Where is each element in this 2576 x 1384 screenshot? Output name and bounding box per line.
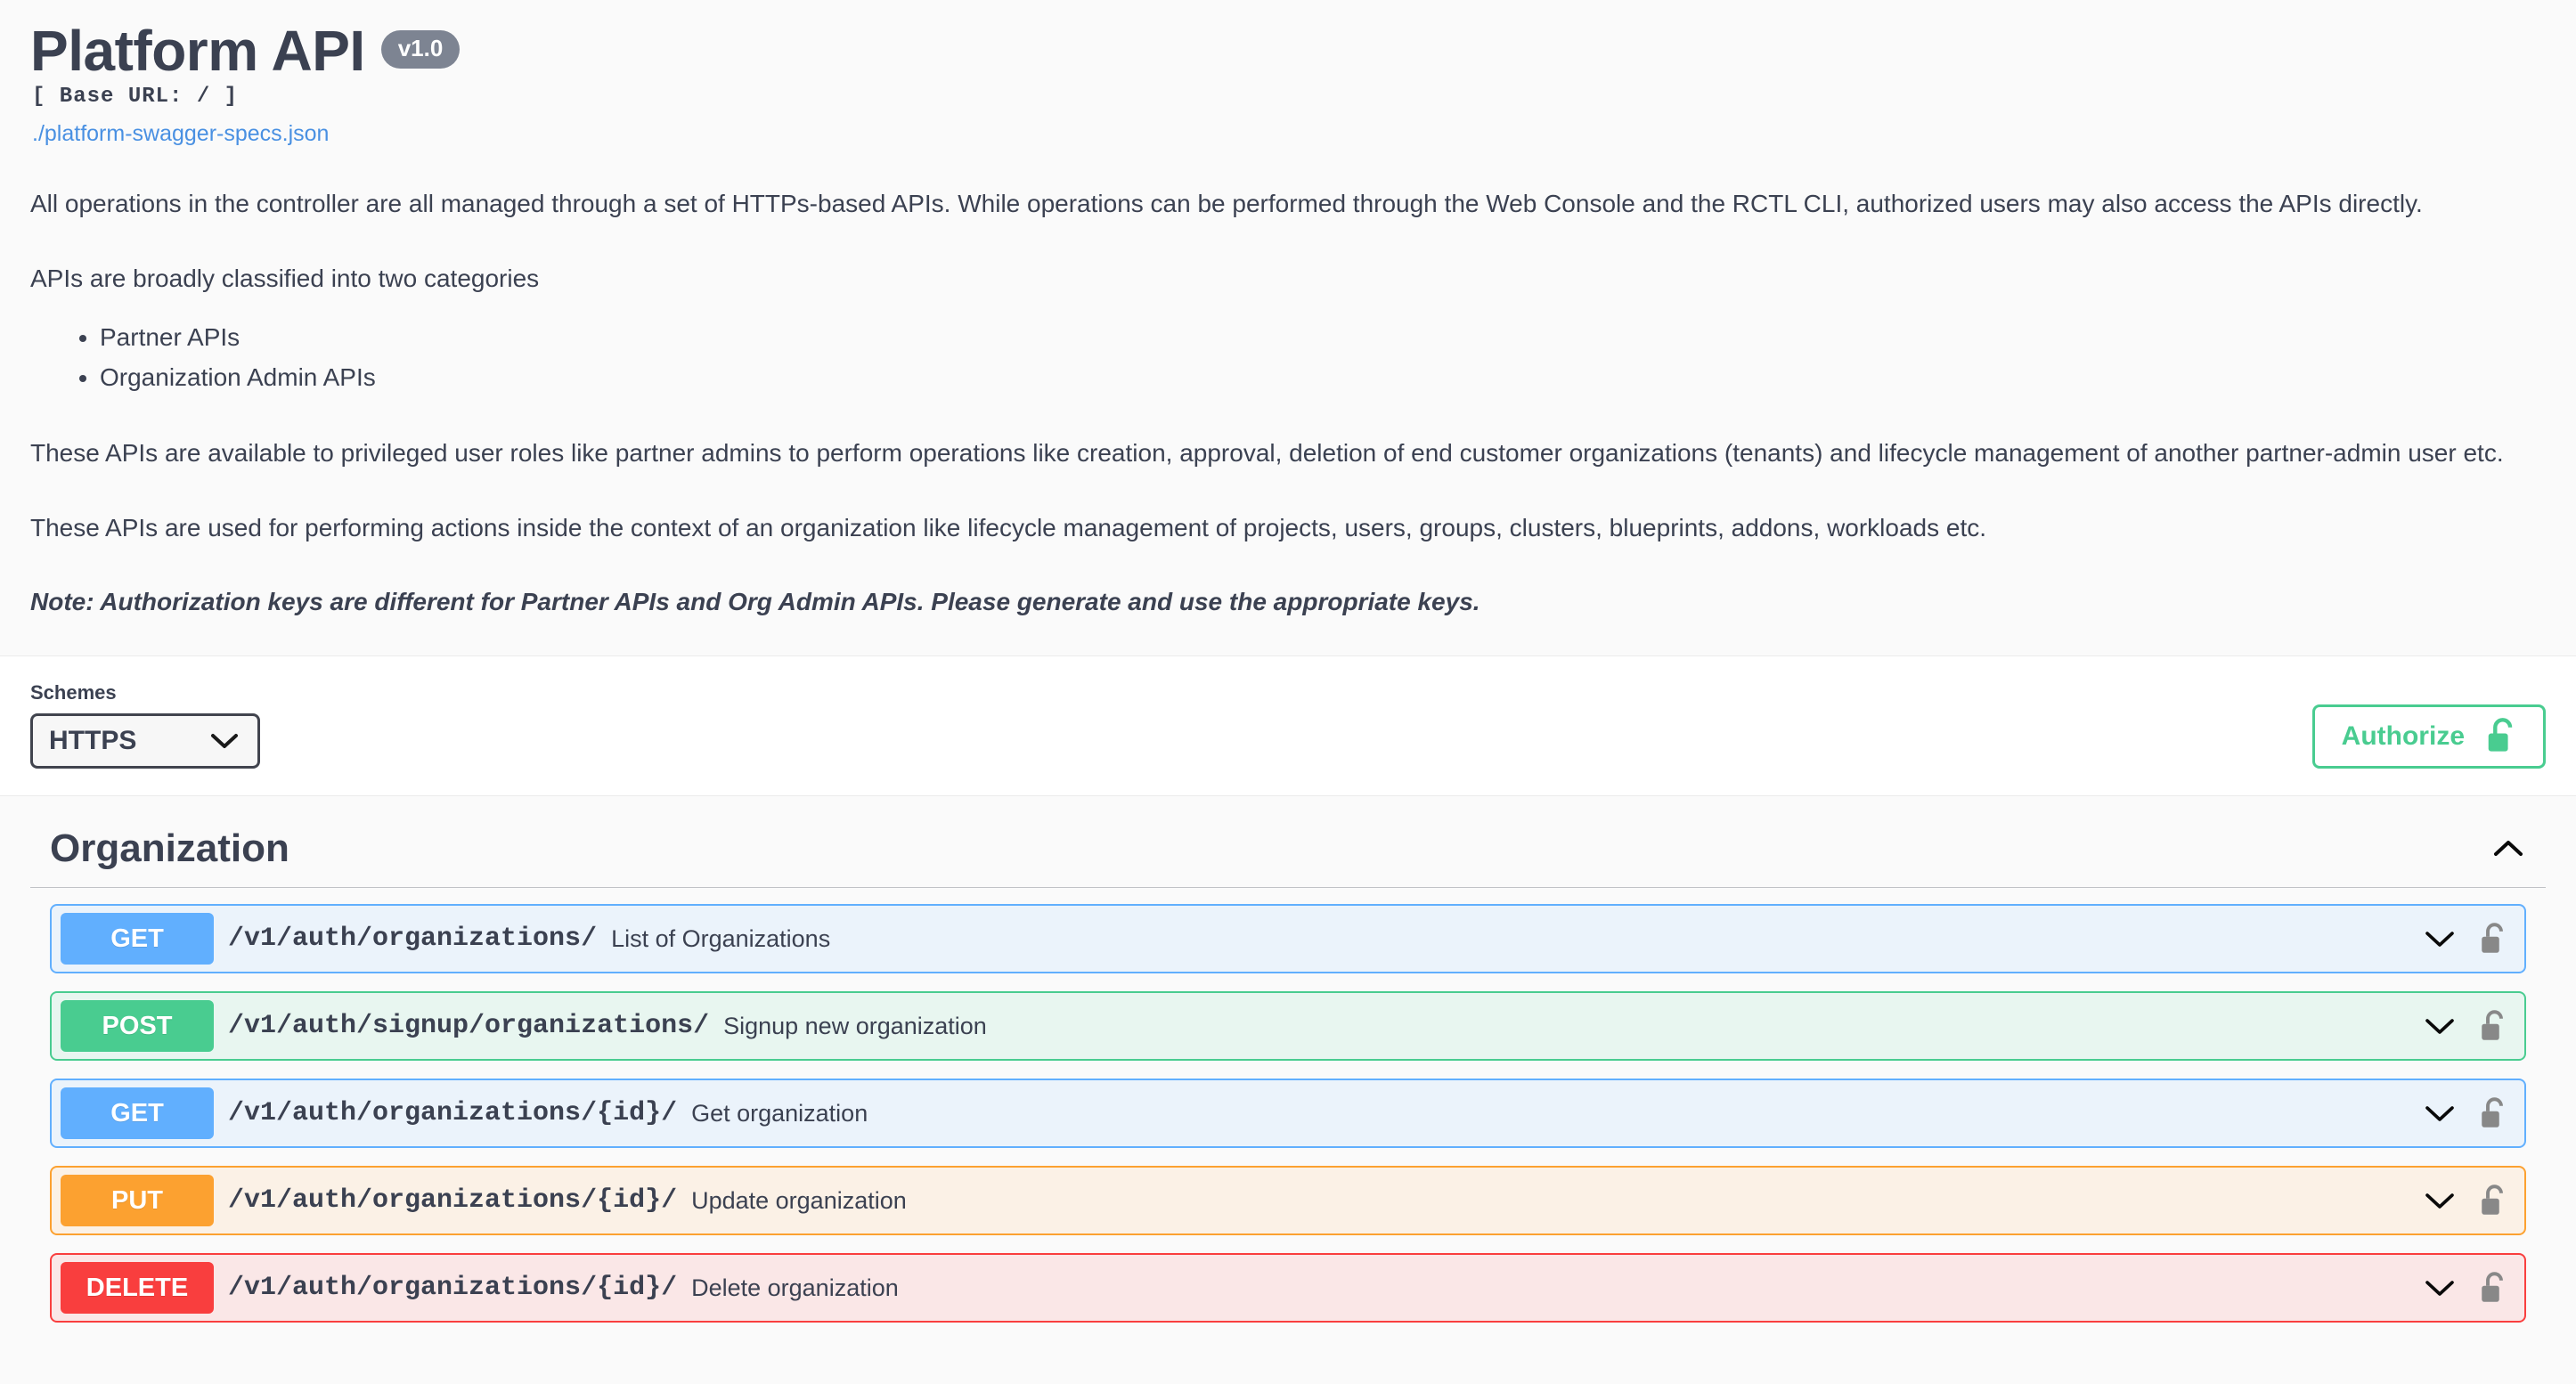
http-method-badge: GET [61,913,214,965]
unlocked-padlock-icon[interactable] [2480,1096,2507,1130]
tag-header[interactable]: Organization [30,826,2546,889]
chevron-down-icon[interactable] [2423,928,2457,949]
unlocked-padlock-icon[interactable] [2480,1009,2507,1043]
unlocked-padlock-icon [2486,717,2516,757]
tag-name: Organization [50,826,289,871]
unlocked-padlock-icon[interactable] [2480,1184,2507,1217]
chevron-down-icon[interactable] [2423,1103,2457,1124]
version-badge: v1.0 [380,30,461,69]
http-method-badge: GET [61,1087,214,1140]
operation-controls [2423,1271,2524,1305]
operation-path: /v1/auth/organizations/{id}/ [228,1098,678,1129]
list-item: Partner APIs [100,320,2546,356]
operation-path: /v1/auth/signup/organizations/ [228,1011,710,1042]
swagger-spec-link[interactable]: ./platform-swagger-specs.json [32,121,2546,147]
http-method-badge: PUT [61,1175,214,1227]
operation-row[interactable]: GET /v1/auth/organizations/{id}/ Get org… [50,1079,2526,1149]
authorize-button[interactable]: Authorize [2311,704,2546,769]
list-item: Organization Admin APIs [100,360,2546,396]
schemes-group: Schemes HTTPS [30,681,260,769]
chevron-down-icon[interactable] [2423,1015,2457,1037]
http-method-badge: POST [61,1000,214,1053]
schemes-bar: Schemes HTTPS Authorize [0,655,2576,797]
operation-summary: Delete organization [691,1274,899,1301]
operation-path: /v1/auth/organizations/{id}/ [228,1185,678,1217]
operation-summary: Signup new organization [723,1012,987,1039]
operation-summary: List of Organizations [611,924,831,952]
unlocked-padlock-icon[interactable] [2480,922,2507,956]
tag-section-organization: Organization GET /v1/auth/organizations/… [0,796,2576,1323]
schemes-row: Schemes HTTPS Authorize [30,681,2546,769]
operation-controls [2423,1096,2524,1130]
http-method-badge: DELETE [61,1262,214,1315]
schemes-label: Schemes [30,681,117,704]
swagger-ui-page: Platform API v1.0 [ Base URL: / ] ./plat… [0,0,2576,1323]
operations-list: GET /v1/auth/organizations/ List of Orga… [30,888,2546,1323]
operation-summary: Get organization [691,1099,868,1127]
operation-row[interactable]: DELETE /v1/auth/organizations/{id}/ Dele… [50,1253,2526,1323]
schemes-selected-value: HTTPS [49,726,137,756]
operation-row[interactable]: GET /v1/auth/organizations/ List of Orga… [50,904,2526,974]
api-description: All operations in the controller are all… [30,186,2546,620]
description-paragraph-4: These APIs are used for performing actio… [30,513,1987,541]
unlocked-padlock-icon[interactable] [2480,1271,2507,1305]
operation-controls [2423,1184,2524,1217]
operation-controls [2423,1009,2524,1043]
chevron-down-icon[interactable] [2423,1277,2457,1299]
base-url: [ Base URL: / ] [32,85,239,110]
page-title: Platform API [30,19,365,83]
schemes-select[interactable]: HTTPS [30,713,260,769]
chevron-up-icon[interactable] [2490,837,2526,860]
operation-row[interactable]: POST /v1/auth/signup/organizations/ Sign… [50,991,2526,1062]
description-paragraph-3: These APIs are available to privileged u… [30,438,2504,467]
chevron-down-icon[interactable] [2423,1190,2457,1211]
operation-summary: Update organization [691,1186,907,1214]
operation-row[interactable]: PUT /v1/auth/organizations/{id}/ Update … [50,1166,2526,1236]
operation-controls [2423,922,2524,956]
api-info-block: Platform API v1.0 [ Base URL: / ] ./plat… [0,0,2576,656]
operation-path: /v1/auth/organizations/ [228,924,598,955]
chevron-down-icon [209,731,240,751]
authorize-button-label: Authorize [2341,721,2465,752]
description-note: Note: Authorization keys are different f… [30,588,1480,616]
api-title-row: Platform API v1.0 [30,19,2546,83]
description-paragraph-2: APIs are broadly classified into two cat… [30,264,540,292]
description-paragraph-1: All operations in the controller are all… [30,190,2423,218]
operation-path: /v1/auth/organizations/{id}/ [228,1273,678,1304]
api-category-list: Partner APIs Organization Admin APIs [30,320,2546,396]
